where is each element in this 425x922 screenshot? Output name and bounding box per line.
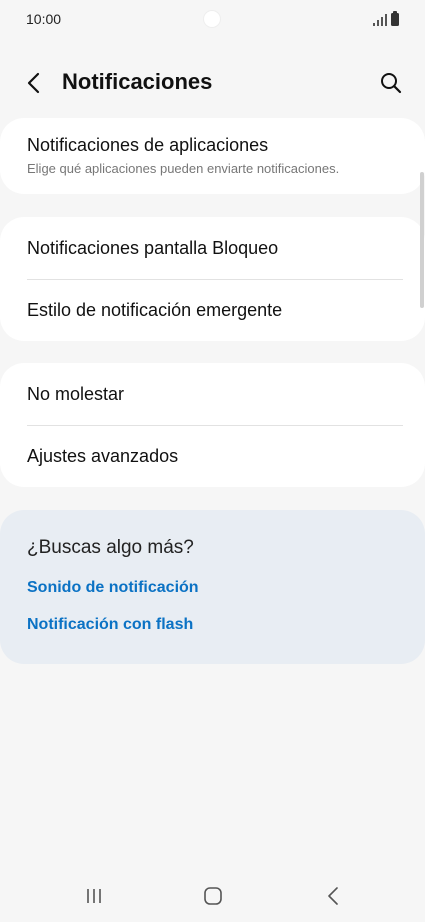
setting-popup-style[interactable]: Estilo de notificación emergente <box>0 280 425 341</box>
setting-title: Ajustes avanzados <box>27 446 179 466</box>
nav-back-button[interactable] <box>318 884 348 908</box>
app-bar: Notificaciones <box>0 56 425 110</box>
setting-title: No molestar <box>27 383 125 404</box>
link-notification-sound[interactable]: Sonido de notificación <box>27 579 199 597</box>
back-button[interactable] <box>18 67 50 99</box>
recents-button[interactable] <box>79 884 109 908</box>
setting-app-notifications[interactable]: Notificaciones de aplicaciones Elige qué… <box>0 135 425 176</box>
navigation-bar <box>0 870 425 922</box>
battery-icon <box>391 11 399 26</box>
setting-title: Notificaciones pantalla Bloqueo <box>27 237 279 258</box>
search-button[interactable] <box>375 67 407 99</box>
home-button[interactable] <box>198 884 228 908</box>
setting-subtitle: Elige qué aplicaciones pueden enviarte n… <box>27 161 340 176</box>
setting-title: Estilo de notificación emergente <box>27 300 283 320</box>
chevron-left-icon <box>27 72 40 94</box>
setting-advanced[interactable]: Ajustes avanzados <box>0 426 425 487</box>
link-flash-notification[interactable]: Notificación con flash <box>27 616 193 634</box>
home-icon <box>204 887 222 905</box>
looking-for-more-title: ¿Buscas algo más? <box>27 537 194 558</box>
camera-cutout <box>204 11 220 27</box>
search-icon <box>381 73 402 94</box>
setting-title: Notificaciones de aplicaciones <box>27 135 269 155</box>
status-time: 10:00 <box>26 11 62 27</box>
nav-back-icon <box>328 887 338 905</box>
signal-icon <box>373 14 387 26</box>
settings-card-lockscreen: Notificaciones pantalla Bloqueo Estilo d… <box>0 217 425 341</box>
setting-do-not-disturb[interactable]: No molestar <box>0 363 425 425</box>
status-icons <box>373 11 399 26</box>
scrollbar[interactable] <box>420 172 424 308</box>
setting-lockscreen-notifications[interactable]: Notificaciones pantalla Bloqueo <box>0 217 425 279</box>
looking-for-more-card: ¿Buscas algo más? Sonido de notificación… <box>0 510 425 664</box>
settings-card-dnd: No molestar Ajustes avanzados <box>0 363 425 487</box>
status-bar: 10:00 <box>0 0 425 38</box>
recents-icon <box>87 889 101 903</box>
settings-card-app-notifications: Notificaciones de aplicaciones Elige qué… <box>0 118 425 194</box>
page-title: Notificaciones <box>62 69 213 94</box>
